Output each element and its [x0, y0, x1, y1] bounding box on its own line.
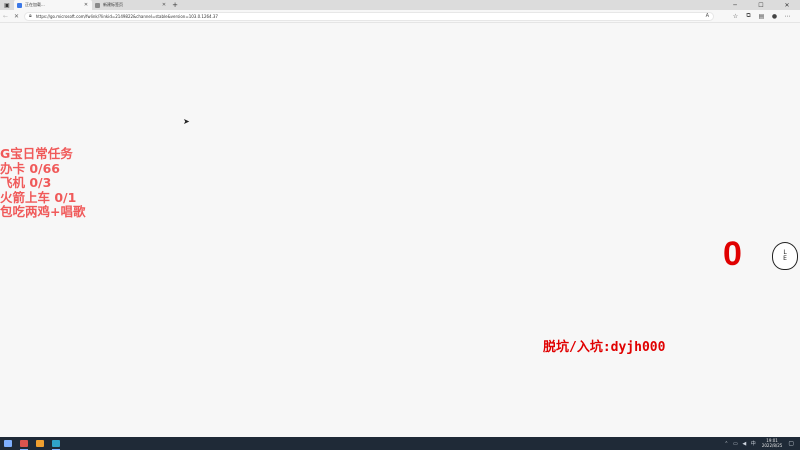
windows-taskbar: ⌃ ▭ ◀ 中 19:01 2022/8/25 ▢ [0, 437, 800, 450]
browser-toolbar: ← ✕ 🔒︎ https://go.microsoft.com/fwlink/?… [0, 10, 800, 23]
taskbar-app-red[interactable] [16, 437, 32, 450]
close-button[interactable]: ✕ [774, 0, 800, 10]
tab-title: 新建标签页 [103, 2, 123, 7]
orange-app-icon [36, 440, 44, 447]
collections-icon[interactable]: ▤ [755, 12, 768, 20]
chevron-up-icon[interactable]: ⌃ [722, 441, 731, 447]
windows-logo-icon [4, 440, 12, 447]
address-bar[interactable]: 🔒︎ https://go.microsoft.com/fwlink/?link… [24, 11, 714, 21]
counter-value: 0 [723, 235, 742, 273]
promo-text: 脱坑/入坑:dyjh000 [543, 340, 666, 355]
task-line: 飞机 0/3 [0, 175, 52, 191]
tab-favicon-icon [95, 2, 100, 8]
refresh-icon[interactable]: ✕ [11, 13, 22, 20]
task-line: G宝日常任务 [0, 146, 73, 161]
tab-new-tab-page[interactable]: 新建标签页 ✕ [92, 0, 170, 10]
tab-loading[interactable]: 正在加载... ✕ [14, 0, 92, 10]
network-icon[interactable]: ▭ [731, 441, 740, 447]
screen: ▣ 正在加载... ✕ 新建标签页 ✕ + ─ ☐ ✕ ← ✕ 🔒︎ https… [0, 0, 800, 450]
maximize-button[interactable]: ☐ [748, 0, 774, 10]
url-text[interactable]: https://go.microsoft.com/fwlink/?linkid=… [36, 14, 706, 19]
browser-titlebar: ▣ 正在加载... ✕ 新建标签页 ✕ + ─ ☐ ✕ [0, 0, 800, 10]
minimize-button[interactable]: ─ [722, 0, 748, 10]
tab-close-icon[interactable]: ✕ [161, 2, 167, 8]
toolbar-icons: ☆ ⧉ ▤ ● ⋯ [729, 12, 800, 20]
badge-letter: E [783, 255, 787, 262]
window-controls: ─ ☐ ✕ [722, 0, 800, 10]
volume-icon[interactable]: ◀ [740, 441, 749, 447]
start-button[interactable] [0, 437, 16, 450]
task-line: 火箭上车 0/1 [0, 189, 77, 205]
tab-close-icon[interactable]: ✕ [83, 2, 89, 8]
split-screen-icon[interactable]: ⧉ [742, 12, 755, 20]
taskbar-app-orange[interactable] [32, 437, 48, 450]
favorites-star-icon[interactable]: ☆ [729, 12, 742, 20]
back-arrow-icon[interactable]: ← [0, 13, 11, 20]
more-menu-icon[interactable]: ⋯ [781, 12, 794, 20]
reader-icon[interactable]: A [706, 13, 709, 19]
lock-icon[interactable]: 🔒︎ [29, 13, 32, 19]
egg-badge-icon: L E [772, 242, 798, 270]
taskbar-app-edge[interactable] [48, 437, 64, 450]
notification-icon[interactable]: ▢ [788, 440, 794, 447]
profile-icon[interactable]: ● [768, 12, 781, 20]
task-line: 包吃两鸡+唱歌 [0, 204, 86, 220]
mouse-cursor-icon: ➤ [183, 117, 190, 126]
tab-title: 正在加载... [25, 2, 45, 7]
taskbar-clock[interactable]: 19:01 2022/8/25 [761, 438, 783, 448]
new-tab-button[interactable]: + [170, 0, 180, 10]
daily-task-list: G宝日常任务 办卡 0/66 飞机 0/3 火箭上车 0/1 包吃两鸡+唱歌 [0, 146, 86, 220]
edge-browser-icon [52, 440, 60, 447]
red-app-icon [20, 440, 28, 447]
clock-date: 2022/8/25 [761, 442, 783, 448]
task-line: 办卡 0/66 [0, 160, 61, 176]
system-tray: ⌃ ▭ ◀ 中 19:01 2022/8/25 ▢ [722, 438, 800, 448]
ime-icon[interactable]: 中 [749, 440, 758, 447]
tab-favicon-icon [17, 2, 22, 8]
tab-actions-icon[interactable]: ▣ [0, 0, 14, 10]
